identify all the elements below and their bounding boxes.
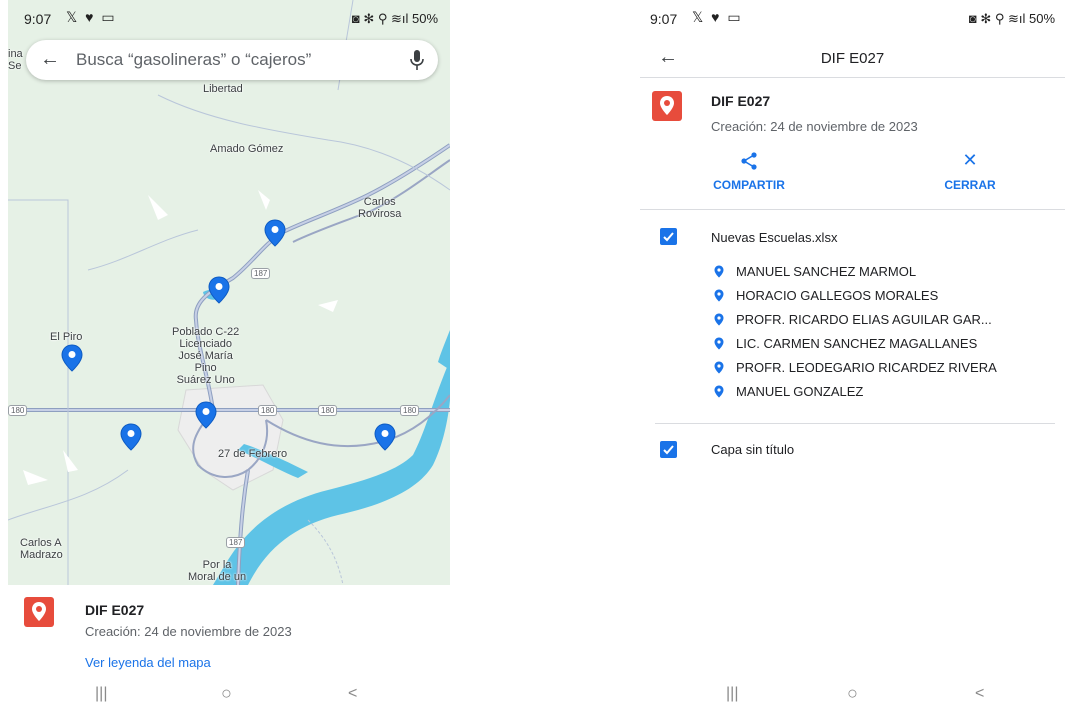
road-shield-180: 180 [318,405,338,416]
road-shield-187: 187 [251,268,271,279]
map-pin-icon[interactable] [264,219,286,247]
map-label-libertad: Libertad [203,83,243,95]
search-bar[interactable]: ← [26,40,438,80]
map-name: DIF E027 [711,93,771,109]
map-label-carlos-rovirosa: Carlos Rovirosa [358,196,402,220]
view-legend-link[interactable]: Ver leyenda del mapa [85,655,211,670]
status-time: 9:07 [24,11,52,27]
map-pin-icon[interactable] [61,344,83,372]
right-phone-screen: 9:07 𝕏 ♥ ▭ ◙ ✻ ⚲ ≋ıl 50% ← DIF E027 DIF … [640,0,1065,710]
nav-back-button[interactable]: < [348,685,357,703]
layer-checkbox[interactable] [660,441,677,458]
map-logo-icon [24,597,54,627]
map-label-27-de-febrero: 27 de Febrero [218,448,288,460]
map-logo-icon [652,91,682,121]
mic-icon[interactable] [410,49,424,71]
status-notification-icons: 𝕏 ♥ ▭ [692,9,743,25]
road-shield-180: 180 [258,405,278,416]
status-system-icons: ◙ ✻ ⚲ ≋ıl 50% [968,11,1055,26]
layer-name: Nuevas Escuelas.xlsx [711,230,838,245]
left-phone-screen: Libertad Amado Gómez Carlos Rovirosa El … [8,0,450,710]
system-nav-bar: ||| ○ < [640,680,1065,710]
map-title: DIF E027 [85,602,145,618]
map-label-poblado: Poblado C-22 Licenciado José María Pino … [172,326,240,386]
map-pin-icon [714,313,724,326]
feature-item[interactable]: PROFR. RICARDO ELIAS AGUILAR GAR... [714,312,992,327]
map-pin-icon[interactable] [195,401,217,429]
map-label-carlos-madrazo: Carlos A Madrazo [20,537,63,561]
map-created-date: Creación: 24 de noviembre de 2023 [85,624,292,639]
home-button[interactable]: ○ [847,683,858,704]
road-shield-180: 180 [8,405,28,416]
details-header: ← DIF E027 [640,40,1065,78]
map-label-amado-gomez: Amado Gómez [210,143,284,155]
map-pin-icon [714,361,724,374]
map-pin-icon[interactable] [374,423,396,451]
layer-checkbox[interactable] [660,228,677,245]
divider [640,209,1065,210]
status-time: 9:07 [650,11,678,27]
close-button[interactable]: ✕ CERRAR [915,148,1025,192]
recents-button[interactable]: ||| [95,685,107,703]
map-label-edge-ina: ina [8,48,23,60]
feature-label: PROFR. RICARDO ELIAS AGUILAR GAR... [736,312,992,327]
feature-label: LIC. CARMEN SANCHEZ MAGALLANES [736,336,978,351]
status-notification-icons: 𝕏 ♥ ▭ [66,9,117,25]
share-label: COMPARTIR [713,178,785,192]
map-label-el-piro: El Piro [50,331,83,343]
close-icon: ✕ [962,150,978,170]
map-pin-icon [714,289,724,302]
divider [655,423,1055,424]
system-nav-bar: ||| ○ < [8,680,450,710]
status-system-icons: ◙ ✻ ⚲ ≋ıl 50% [351,11,438,26]
feature-label: PROFR. LEODEGARIO RICARDEZ RIVERA [736,360,997,375]
map-info-sheet: DIF E027 Creación: 24 de noviembre de 20… [8,585,450,710]
map-pin-icon [714,385,724,398]
map-pin-icon[interactable] [120,423,142,451]
close-label: CERRAR [944,178,996,192]
feature-item[interactable]: PROFR. LEODEGARIO RICARDEZ RIVERA [714,360,997,375]
back-arrow-icon[interactable]: ← [40,48,60,71]
map-pin-icon [714,337,724,350]
map-created-date: Creación: 24 de noviembre de 2023 [711,119,918,134]
recents-button[interactable]: ||| [726,685,738,703]
feature-item[interactable]: MANUEL GONZALEZ [714,384,863,399]
nav-back-button[interactable]: < [975,685,984,703]
search-input[interactable] [76,48,376,72]
feature-label: MANUEL GONZALEZ [736,384,864,399]
share-icon [694,148,804,172]
home-button[interactable]: ○ [221,683,232,704]
header-title: DIF E027 [820,50,885,67]
map-pin-icon[interactable] [208,276,230,304]
status-bar: 9:07 𝕏 ♥ ▭ ◙ ✻ ⚲ ≋ıl 50% [8,0,450,34]
map-label-por-la-moral: Por la Moral de un [188,559,247,583]
feature-item[interactable]: HORACIO GALLEGOS MORALES [714,288,938,303]
layer-name: Capa sin título [711,442,795,457]
map-view[interactable]: Libertad Amado Gómez Carlos Rovirosa El … [8,0,450,585]
feature-label: HORACIO GALLEGOS MORALES [736,288,939,303]
road-shield-187: 187 [226,537,246,548]
feature-item[interactable]: LIC. CARMEN SANCHEZ MAGALLANES [714,336,977,351]
status-bar: 9:07 𝕏 ♥ ▭ ◙ ✻ ⚲ ≋ıl 50% [640,0,1065,34]
map-label-edge-se: Se [8,60,22,72]
share-button[interactable]: COMPARTIR [694,148,804,192]
road-shield-180: 180 [400,405,420,416]
feature-item[interactable]: MANUEL SANCHEZ MARMOL [714,264,916,279]
feature-label: MANUEL SANCHEZ MARMOL [736,264,917,279]
map-pin-icon [714,265,724,278]
